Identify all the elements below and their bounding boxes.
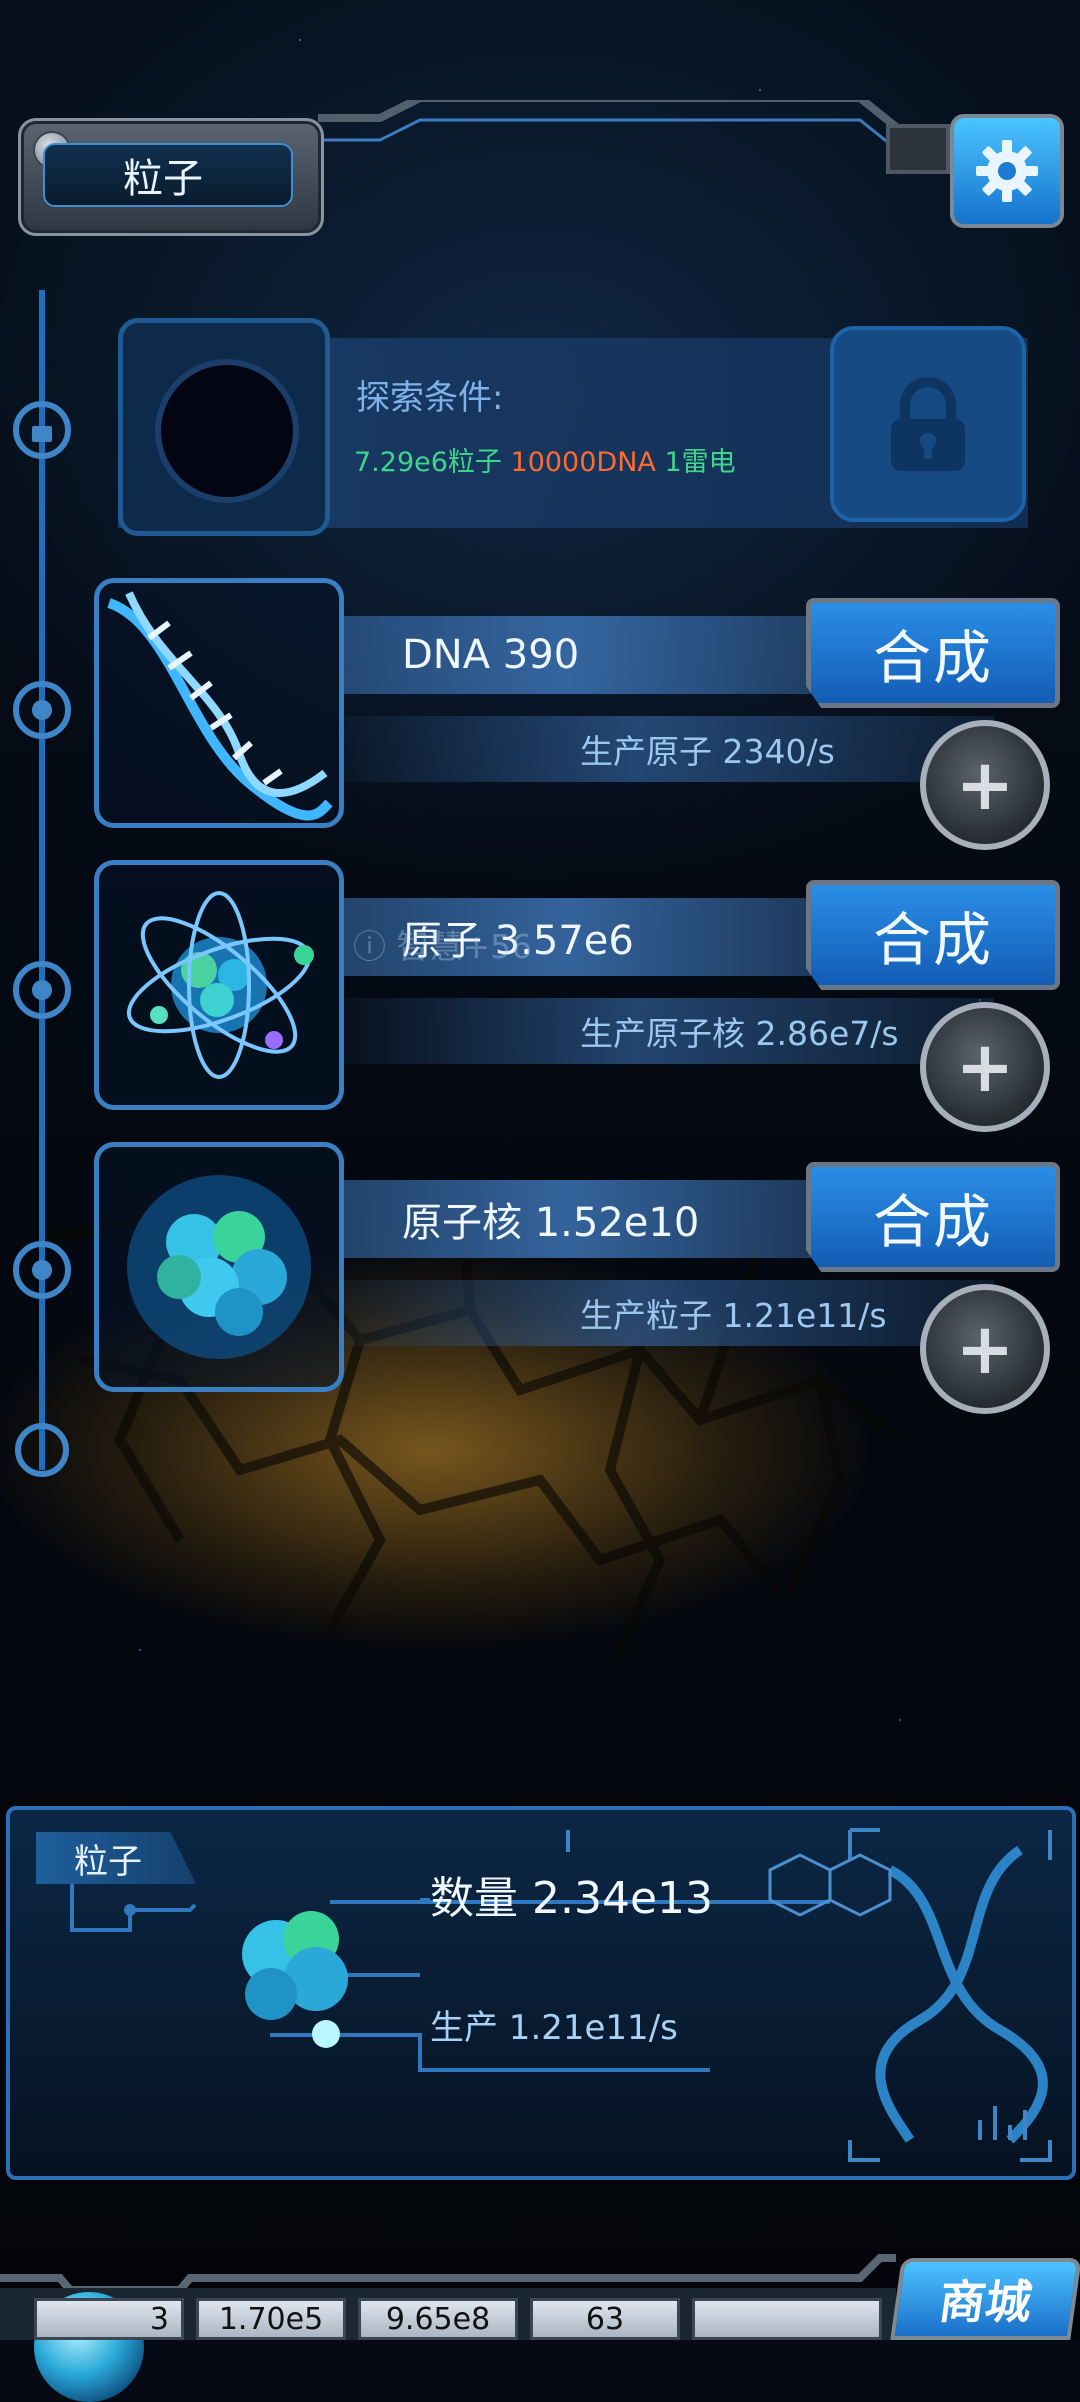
shop-button[interactable]: 商城: [890, 2258, 1080, 2340]
dna-icon-frame: [94, 578, 344, 828]
atom-icon-frame: [94, 860, 344, 1110]
locked-row: 探索条件: 7.29e6粒子 10000DNA 1雷电: [118, 318, 1028, 538]
gear-icon: [976, 140, 1038, 202]
item-production: 生产原子 2340/s: [344, 716, 994, 782]
timeline-nodes: [13, 401, 71, 1477]
plus-icon: +: [955, 744, 1015, 826]
lock-icon: [891, 377, 965, 471]
particle-info-panel: 粒子 数量 2.34e13 生产 1.21e11/s: [6, 1806, 1076, 2180]
upgrade-atom-button[interactable]: +: [920, 1002, 1050, 1132]
synthesize-nucleus-button[interactable]: 合成: [806, 1162, 1060, 1272]
locked-icon-frame: [118, 318, 330, 536]
top-bar: 粒子: [0, 100, 1080, 250]
item-row-dna: DNA 390 生产原子 2340/s 合成 +: [94, 578, 1060, 850]
plus-icon: +: [955, 1026, 1015, 1108]
req-thunder: 1雷电: [664, 447, 736, 478]
resource-cell-4: 63: [530, 2298, 680, 2340]
item-production: 生产原子核 2.86e7/s: [344, 998, 994, 1064]
page-title: 粒子: [43, 143, 293, 207]
particle-count: 数量 2.34e13: [430, 1873, 714, 1924]
resource-cell-2: 1.70e5: [196, 2298, 346, 2340]
particle-icon: [242, 1911, 348, 2048]
upgrade-dna-button[interactable]: +: [920, 720, 1050, 850]
info-tag: 粒子: [36, 1832, 196, 1884]
title-plate: 粒子: [18, 118, 324, 236]
plus-icon: +: [955, 1308, 1015, 1390]
resource-cell-5: [692, 2298, 882, 2340]
settings-button[interactable]: [950, 114, 1064, 228]
item-production: 生产粒子 1.21e11/s: [344, 1280, 994, 1346]
locked-button[interactable]: [830, 326, 1026, 522]
synthesize-dna-button[interactable]: 合成: [806, 598, 1060, 708]
nucleus-icon-frame: [94, 1142, 344, 1392]
info-icon: ⓘ: [353, 927, 386, 966]
explore-condition-values: 7.29e6粒子 10000DNA 1雷电: [354, 440, 736, 479]
item-row-nucleus: 原子核 1.52e10 生产粒子 1.21e11/s 合成 +: [94, 1142, 1060, 1414]
resource-cell-1: 3: [34, 2298, 184, 2340]
floating-bonus-text: ⓘ 智慧+56: [353, 927, 533, 966]
dna-icon: [107, 591, 333, 821]
synthesize-atom-button[interactable]: 合成: [806, 880, 1060, 990]
atom-icon: [126, 891, 314, 1079]
particle-production: 生产 1.21e11/s: [430, 2008, 678, 2048]
explore-condition-label: 探索条件:: [356, 378, 504, 418]
req-particles: 7.29e6粒子: [354, 447, 502, 478]
black-hole-icon: [161, 365, 293, 497]
resource-cell-3: 9.65e8: [358, 2298, 518, 2340]
resource-bar: 3 1.70e5 9.65e8 63 商城: [0, 2248, 1080, 2402]
nucleus-icon: [127, 1175, 311, 1359]
item-row-atom: 原子 3.57e6 生产原子核 2.86e7/s 合成 +: [94, 860, 1060, 1132]
upgrade-nucleus-button[interactable]: +: [920, 1284, 1050, 1414]
req-dna: 10000DNA: [510, 447, 656, 478]
